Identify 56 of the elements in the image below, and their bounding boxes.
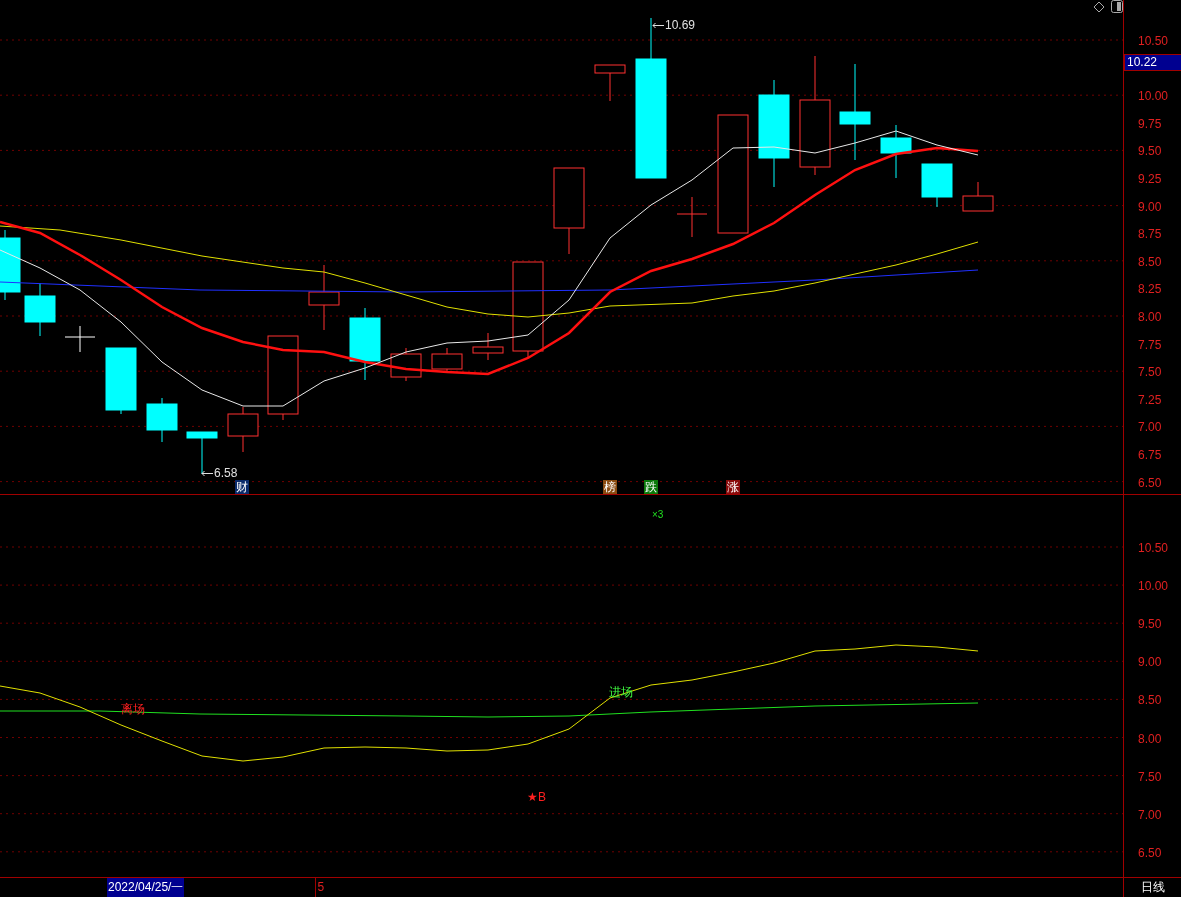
- price-axis-label: 8.50: [1138, 253, 1162, 271]
- price-axis-label: 7.75: [1138, 336, 1162, 354]
- candlestick: [431, 347, 463, 373]
- price-axis-label: 7.25: [1138, 391, 1162, 409]
- price-axis-label: 8.25: [1138, 281, 1162, 299]
- price-axis-label: 9.75: [1138, 115, 1162, 133]
- candlestick: [105, 347, 137, 415]
- low-price-label: 6.58: [214, 465, 238, 481]
- date-label: 2022/04/25/一: [107, 878, 185, 897]
- price-axis-label: 9.25: [1138, 171, 1162, 188]
- panel-toggle-icon[interactable]: [1111, 0, 1123, 13]
- price-axis-label: 7.00: [1138, 419, 1162, 437]
- arrow-icon: [652, 21, 664, 29]
- indicator-axis-label: 7.50: [1138, 768, 1162, 786]
- price-axis-label: 9.00: [1138, 198, 1162, 216]
- event-tag[interactable]: 财: [235, 480, 249, 494]
- current-price-label: 10.22: [1124, 54, 1181, 71]
- multiplier-label: ×3: [652, 508, 664, 522]
- candlestick: [676, 196, 708, 238]
- indicator-axis-label: 9.50: [1138, 616, 1162, 634]
- indicator-axis-label: 6.50: [1138, 844, 1162, 862]
- price-axis-label: 10.50: [1138, 33, 1169, 50]
- candlestick: [308, 264, 340, 331]
- diamond-icon[interactable]: [1093, 1, 1105, 13]
- candlestick: [146, 397, 178, 443]
- price-axis-label: 6.75: [1138, 447, 1162, 464]
- indicator-axis-label: 9.00: [1138, 654, 1162, 672]
- candlestick: [64, 325, 96, 353]
- event-tag[interactable]: 榜: [603, 480, 617, 494]
- count-label: 5: [315, 878, 325, 897]
- candlestick: [962, 181, 994, 212]
- candlestick: [227, 406, 259, 453]
- candlestick: [390, 347, 422, 382]
- indicator-axis-label: 10.50: [1138, 540, 1169, 557]
- price-axis-label: 6.50: [1138, 474, 1162, 492]
- indicator-axis-label: 7.00: [1138, 806, 1162, 824]
- price-axis-label: 8.75: [1138, 226, 1162, 244]
- event-tag[interactable]: 涨: [726, 480, 740, 494]
- candlestick: [880, 124, 912, 179]
- indicator-axis-label: 10.00: [1138, 578, 1169, 596]
- candlestick: [594, 64, 626, 102]
- indicator-axis-label: 8.00: [1138, 730, 1162, 748]
- candlestick: [472, 332, 504, 361]
- indicator-axis-label: 8.50: [1138, 692, 1162, 710]
- high-price-label: 10.69: [665, 17, 696, 34]
- price-axis-label: 8.00: [1138, 309, 1162, 326]
- period-tab[interactable]: 日线: [1123, 878, 1181, 897]
- price-axis-label: 9.50: [1138, 143, 1162, 161]
- candlestick: [24, 282, 56, 337]
- price-axis-label: 7.50: [1138, 364, 1162, 382]
- candlestick: [921, 163, 953, 208]
- price-axis-label: 10.00: [1138, 88, 1169, 106]
- event-tag[interactable]: 跌: [644, 480, 658, 494]
- candlestick: [0, 229, 21, 301]
- arrow-icon: [201, 469, 213, 477]
- buy-marker: ★B: [527, 789, 546, 806]
